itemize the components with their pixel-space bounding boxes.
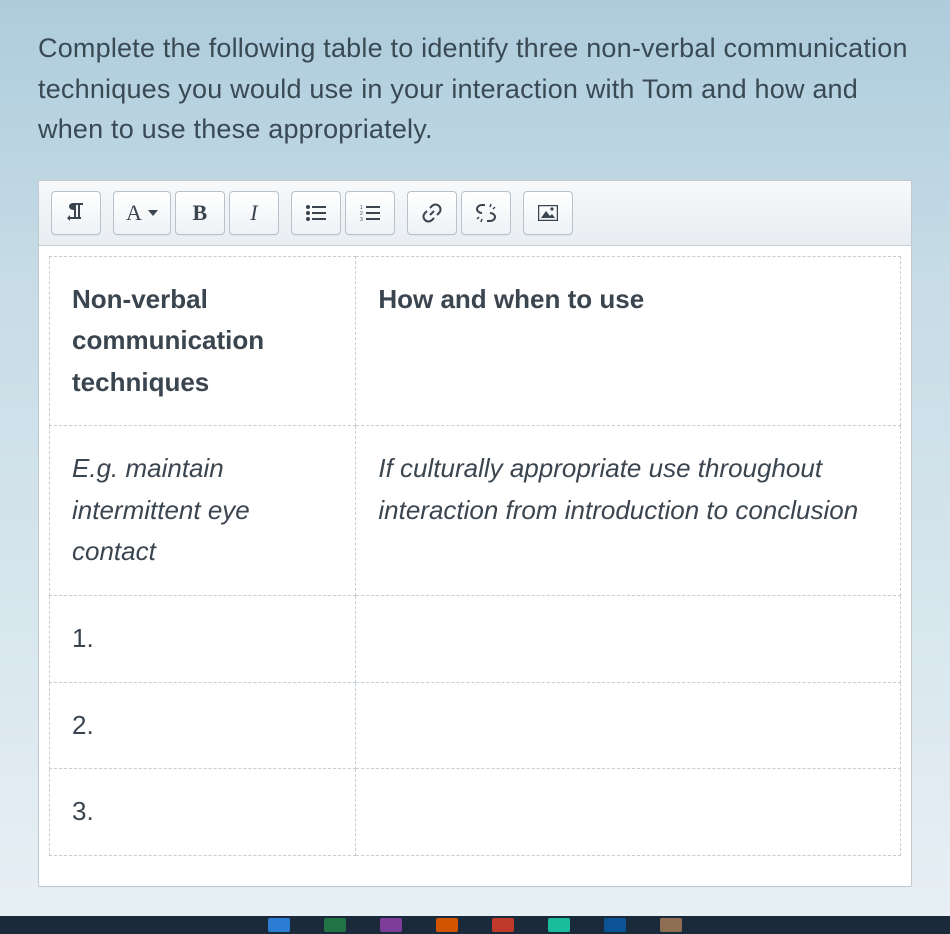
bold-label: B [193,200,208,226]
row3-technique-cell[interactable]: 3. [50,769,356,856]
italic-label: I [250,200,257,226]
numbered-list-button[interactable]: 1 2 3 [345,191,395,235]
table-row-1: 1. [50,596,901,683]
bullet-list-icon [306,205,326,221]
row1-technique-cell[interactable]: 1. [50,596,356,683]
font-style-button[interactable]: A [113,191,171,235]
table-example-row: E.g. maintain intermittent eye contact I… [50,426,901,596]
taskbar-app-icon[interactable] [660,918,682,932]
bold-button[interactable]: B [175,191,225,235]
taskbar-app-icon[interactable] [492,918,514,932]
table-row-3: 3. [50,769,901,856]
example-cell-technique[interactable]: E.g. maintain intermittent eye contact [50,426,356,596]
editor-toolbar: A B I 1 2 3 [39,181,911,246]
row1-usage-cell[interactable] [356,596,901,683]
unlink-icon [476,203,496,223]
rich-text-editor: A B I 1 2 3 [38,180,912,887]
image-icon [538,205,558,221]
svg-text:3: 3 [360,217,363,221]
os-taskbar [0,916,950,934]
bullet-list-button[interactable] [291,191,341,235]
italic-button[interactable]: I [229,191,279,235]
taskbar-app-icon[interactable] [268,918,290,932]
header-cell-usage[interactable]: How and when to use [356,256,901,426]
insert-image-button[interactable] [523,191,573,235]
table-row-2: 2. [50,682,901,769]
taskbar-app-icon[interactable] [380,918,402,932]
editor-content[interactable]: Non-verbal communication techniques How … [39,246,911,886]
paragraph-rtl-icon [67,203,85,223]
font-label: A [126,200,142,226]
answer-table: Non-verbal communication techniques How … [49,256,901,856]
example-cell-usage[interactable]: If culturally appropriate use throughout… [356,426,901,596]
table-header-row: Non-verbal communication techniques How … [50,256,901,426]
link-icon [422,203,442,223]
chevron-down-icon [148,210,158,216]
unlink-button[interactable] [461,191,511,235]
taskbar-app-icon[interactable] [436,918,458,932]
row3-usage-cell[interactable] [356,769,901,856]
question-text: Complete the following table to identify… [38,28,912,150]
numbered-list-icon: 1 2 3 [360,205,380,221]
taskbar-app-icon[interactable] [324,918,346,932]
taskbar-app-icon[interactable] [604,918,626,932]
row2-technique-cell[interactable]: 2. [50,682,356,769]
taskbar-app-icon[interactable] [548,918,570,932]
row2-usage-cell[interactable] [356,682,901,769]
header-cell-techniques[interactable]: Non-verbal communication techniques [50,256,356,426]
link-button[interactable] [407,191,457,235]
paragraph-direction-button[interactable] [51,191,101,235]
